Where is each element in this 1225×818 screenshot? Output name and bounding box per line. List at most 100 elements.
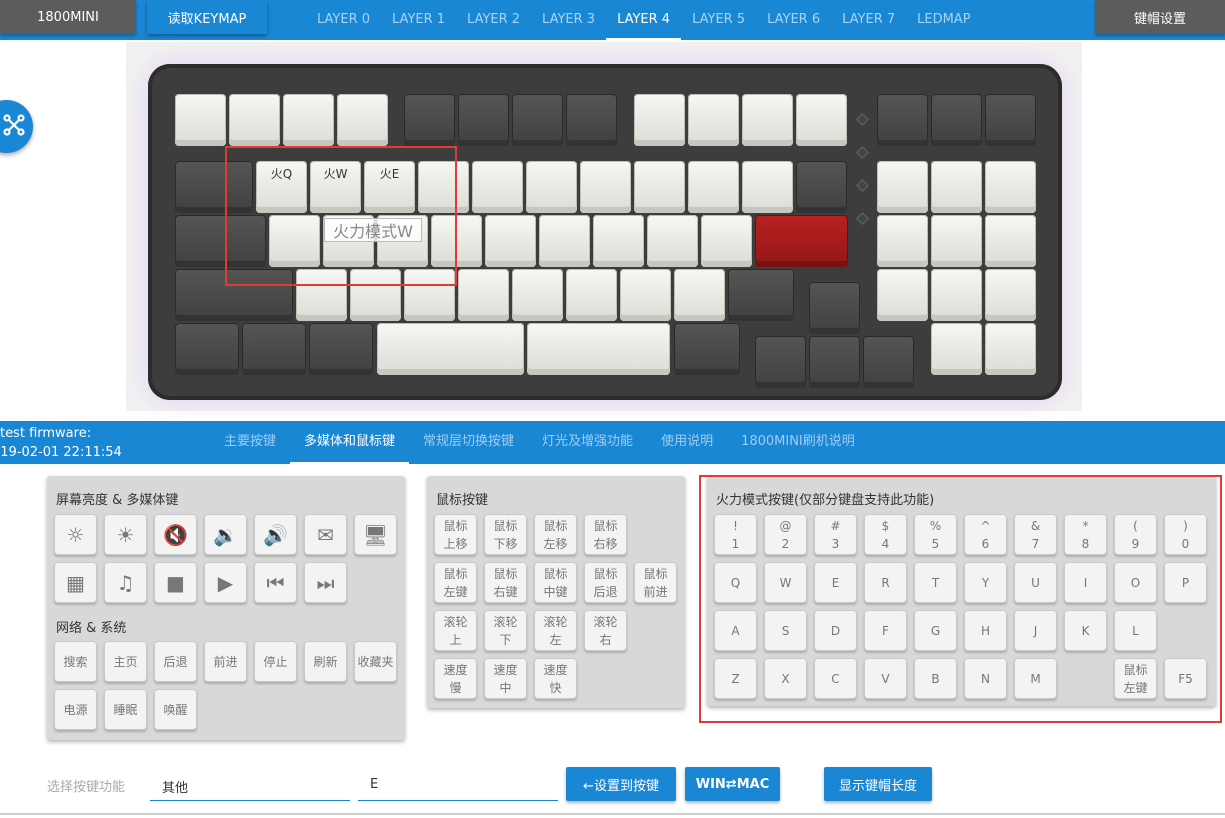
mouse-key[interactable]: 鼠标 中键 xyxy=(534,562,577,603)
tab-layer-1[interactable]: LAYER 1 xyxy=(381,0,456,40)
volume-up-button[interactable]: 🔊 xyxy=(254,514,297,555)
keyboard-key[interactable] xyxy=(647,215,698,267)
mouse-key[interactable]: 滚轮 右 xyxy=(584,610,627,651)
tab-flash-guide[interactable]: 1800MINI刷机说明 xyxy=(727,421,869,464)
tab-layer-3[interactable]: LAYER 3 xyxy=(531,0,606,40)
keyboard-key[interactable] xyxy=(931,269,982,321)
network-key[interactable]: 搜索 xyxy=(54,641,97,682)
keyboard-key[interactable] xyxy=(877,269,928,321)
keyboard-key[interactable] xyxy=(512,269,563,321)
keyboard-key[interactable] xyxy=(593,215,644,267)
keyboard-key[interactable] xyxy=(985,323,1036,375)
key-select[interactable]: E xyxy=(358,767,558,801)
set-to-key-button[interactable]: ←设置到按键 xyxy=(566,767,676,801)
network-key[interactable]: 睡眠 xyxy=(104,689,147,730)
keyboard-key[interactable] xyxy=(877,215,928,267)
keyboard-key[interactable] xyxy=(863,336,914,388)
music-button[interactable]: ♫ xyxy=(104,562,147,603)
keyboard-key[interactable] xyxy=(309,323,373,375)
side-menu-button[interactable] xyxy=(0,100,33,153)
mouse-key[interactable]: 滚轮 左 xyxy=(534,610,577,651)
tab-instructions[interactable]: 使用说明 xyxy=(647,421,727,464)
calculator-button[interactable]: ▦ xyxy=(54,562,97,603)
tab-layer-5[interactable]: LAYER 5 xyxy=(681,0,756,40)
keyboard-key[interactable] xyxy=(755,336,806,388)
tab-lighting[interactable]: 灯光及增强功能 xyxy=(528,421,647,464)
brightness-down-button[interactable]: ☼ xyxy=(54,514,97,555)
mouse-key[interactable]: 鼠标 上移 xyxy=(434,514,477,555)
volume-down-button[interactable]: 🔉 xyxy=(204,514,247,555)
keyboard-key[interactable] xyxy=(527,323,670,375)
keyboard-key[interactable] xyxy=(242,323,306,375)
keyboard-key[interactable] xyxy=(566,269,617,321)
read-keymap-button[interactable]: 读取KEYMAP xyxy=(147,0,267,34)
tab-layer-0[interactable]: LAYER 0 xyxy=(306,0,381,40)
keyboard-key[interactable] xyxy=(377,323,524,375)
keyboard-key[interactable] xyxy=(796,161,847,213)
keyboard-key[interactable] xyxy=(539,215,590,267)
mail-button[interactable]: ✉ xyxy=(304,514,347,555)
mouse-key[interactable]: 鼠标 右移 xyxy=(584,514,627,555)
keyboard-key[interactable] xyxy=(526,161,577,213)
keyboard-key[interactable] xyxy=(755,215,848,267)
keyboard-key[interactable] xyxy=(620,269,671,321)
keyboard-key[interactable] xyxy=(877,161,928,213)
stop-button[interactable]: ■ xyxy=(154,562,197,603)
network-key[interactable]: 停止 xyxy=(254,641,297,682)
mouse-key[interactable]: 滚轮 上 xyxy=(434,610,477,651)
keyboard-key[interactable] xyxy=(485,215,536,267)
tab-layer-7[interactable]: LAYER 7 xyxy=(831,0,906,40)
keyboard-key[interactable] xyxy=(742,94,793,146)
keyboard-key[interactable] xyxy=(809,336,860,388)
keyboard-key[interactable] xyxy=(580,161,631,213)
tab-media-mouse[interactable]: 多媒体和鼠标键 xyxy=(290,421,410,464)
mouse-key[interactable]: 鼠标 前进 xyxy=(634,562,677,603)
keyboard-key[interactable] xyxy=(877,94,928,146)
keyboard-key[interactable] xyxy=(674,323,740,375)
keyboard-key[interactable] xyxy=(634,94,685,146)
tab-layer-6[interactable]: LAYER 6 xyxy=(756,0,831,40)
keyboard-key[interactable] xyxy=(229,94,280,146)
keyboard-key[interactable] xyxy=(728,269,794,321)
mute-button[interactable]: 🔇 xyxy=(154,514,197,555)
tab-layer-4[interactable]: LAYER 4 xyxy=(606,0,682,40)
mouse-key[interactable]: 鼠标 右键 xyxy=(484,562,527,603)
keycap-settings-button[interactable]: 键帽设置 xyxy=(1095,0,1225,34)
keyboard-key[interactable] xyxy=(337,94,388,146)
network-key[interactable]: 主页 xyxy=(104,641,147,682)
keyboard-key[interactable] xyxy=(458,94,509,146)
win-mac-button[interactable]: WIN⇄MAC xyxy=(685,767,780,801)
keyboard-key[interactable] xyxy=(809,282,860,334)
keyboard-key[interactable] xyxy=(674,269,725,321)
keyboard-key[interactable] xyxy=(566,94,617,146)
tab-layer-switch[interactable]: 常规层切换按键 xyxy=(409,421,528,464)
keyboard-key[interactable] xyxy=(175,323,239,375)
network-key[interactable]: 电源 xyxy=(54,689,97,730)
keyboard-key[interactable] xyxy=(931,161,982,213)
keyboard-key[interactable] xyxy=(742,161,793,213)
keyboard-key[interactable] xyxy=(688,94,739,146)
tab-layer-2[interactable]: LAYER 2 xyxy=(456,0,531,40)
network-key[interactable]: 收藏夹 xyxy=(354,641,397,682)
keyboard-key[interactable] xyxy=(931,323,982,375)
category-select[interactable]: 其他 xyxy=(150,767,350,801)
keyboard-key[interactable] xyxy=(512,94,563,146)
brightness-up-button[interactable]: ☀ xyxy=(104,514,147,555)
keyboard-key[interactable] xyxy=(634,161,685,213)
network-key[interactable]: 前进 xyxy=(204,641,247,682)
show-keycap-length-button[interactable]: 显示键帽长度 xyxy=(824,767,932,801)
keyboard-key[interactable] xyxy=(931,94,982,146)
previous-track-button[interactable]: ⏮ xyxy=(254,562,297,603)
keyboard-key[interactable] xyxy=(985,161,1036,213)
network-key[interactable]: 后退 xyxy=(154,641,197,682)
keyboard-key[interactable] xyxy=(458,269,509,321)
keyboard-key[interactable] xyxy=(688,161,739,213)
keyboard-key[interactable] xyxy=(404,94,455,146)
mouse-key[interactable]: 鼠标 左移 xyxy=(534,514,577,555)
next-track-button[interactable]: ⏭ xyxy=(304,562,347,603)
mouse-key[interactable]: 速度 慢 xyxy=(434,658,477,699)
tab-ledmap[interactable]: LEDMAP xyxy=(906,0,981,40)
mouse-key[interactable]: 鼠标 后退 xyxy=(584,562,627,603)
mouse-key[interactable]: 鼠标 左键 xyxy=(434,562,477,603)
mouse-key[interactable]: 速度 快 xyxy=(534,658,577,699)
